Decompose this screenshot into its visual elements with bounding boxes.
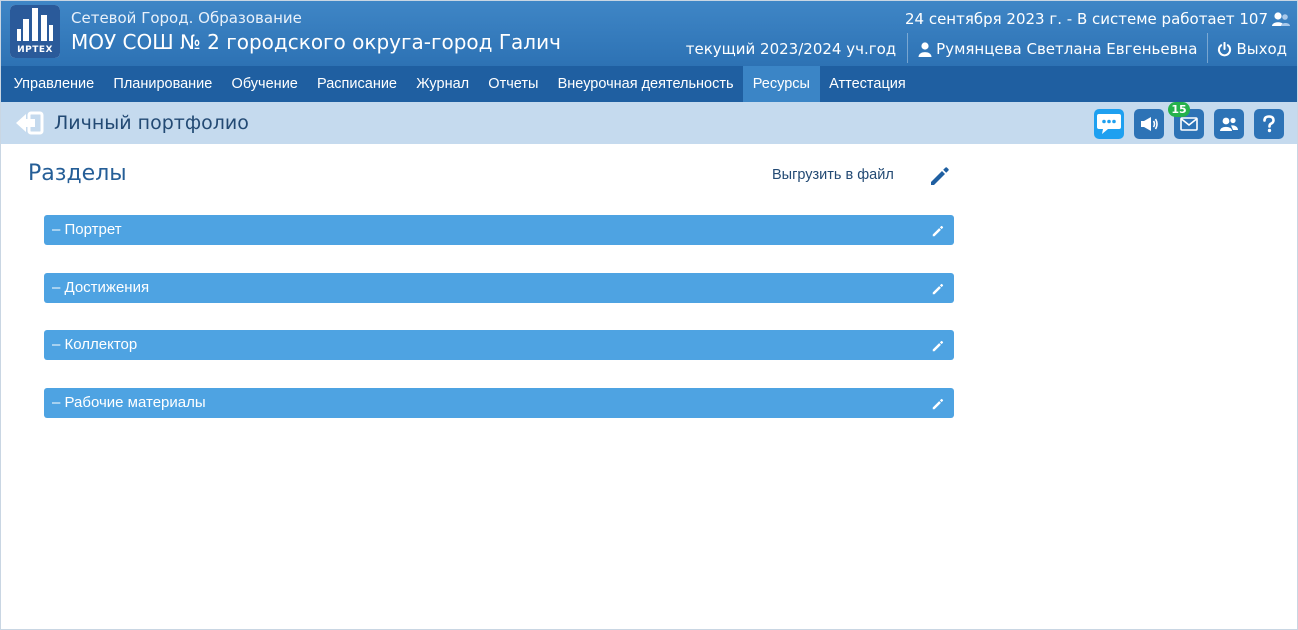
system-name: Сетевой Город. Образование [71,9,302,27]
header-user-row: текущий 2023/2024 уч.год Румянцева Светл… [686,33,1287,63]
page: ИРТЕХ Сетевой Город. Образование МОУ СОШ… [0,0,1298,630]
help-icon [1263,115,1275,133]
mail-icon [1180,117,1198,131]
pencil-icon[interactable] [931,281,945,300]
school-name: МОУ СОШ № 2 городского округа-город Гали… [71,30,561,54]
main-menu: Управление Планирование Обучение Расписа… [1,66,1297,102]
online-users-icon[interactable] [1271,11,1291,27]
menu-item-resources[interactable]: Ресурсы [743,66,820,102]
power-icon [1218,41,1232,56]
menu-item-attestation[interactable]: Аттестация [820,66,916,102]
menu-item-extracurricular[interactable]: Внеурочная деятельность [548,66,743,102]
pencil-icon[interactable] [931,338,945,357]
section-label: – Рабочие материалы [52,394,206,411]
section-label: – Портрет [52,221,122,238]
mail-count-badge: 15 [1168,102,1190,117]
date-status-text: 24 сентября 2023 г. - В системе работает… [904,10,1268,28]
section-portrait[interactable]: – Портрет [44,215,954,245]
user-name: Румянцева Светлана Евгеньевна [936,40,1198,58]
user-icon [918,41,932,57]
irtech-logo[interactable]: ИРТЕХ [10,5,60,58]
logo-text: ИРТЕХ [10,43,60,58]
academic-year[interactable]: текущий 2023/2024 уч.год [686,40,907,58]
menu-item-schedule[interactable]: Расписание [307,66,406,102]
export-to-file-link[interactable]: Выгрузить в файл [772,167,894,183]
pencil-icon[interactable] [931,396,945,415]
chat-button[interactable] [1094,109,1124,139]
menu-item-learning[interactable]: Обучение [222,66,308,102]
logout-label: Выход [1236,40,1287,58]
section-label: – Достижения [52,279,150,296]
page-title: Личный портфолио [54,112,249,134]
menu-item-journal[interactable]: Журнал [407,66,479,102]
mail-button[interactable]: 15 [1168,102,1204,139]
announcements-button[interactable] [1134,109,1164,139]
menu-item-planning[interactable]: Планирование [104,66,222,102]
menu-item-management[interactable]: Управление [4,66,104,102]
chat-icon [1097,114,1121,134]
title-bar: Личный портфолио 15 [1,102,1297,144]
section-achievements[interactable]: – Достижения [44,273,954,303]
app-header: ИРТЕХ Сетевой Город. Образование МОУ СОШ… [1,1,1297,66]
date-status: 24 сентября 2023 г. - В системе работает… [905,10,1291,28]
sections-heading: Разделы [28,161,127,186]
section-collector[interactable]: – Коллектор [44,330,954,360]
pencil-icon[interactable] [931,223,945,242]
user-profile-link[interactable]: Румянцева Светлана Евгеньевна [908,40,1207,58]
megaphone-icon [1141,117,1158,131]
users-button[interactable] [1214,109,1244,139]
section-work-materials[interactable]: – Рабочие материалы [44,388,954,418]
logout-button[interactable]: Выход [1208,40,1287,58]
menu-item-reports[interactable]: Отчеты [479,66,548,102]
help-button[interactable] [1254,109,1284,139]
back-arrow-icon[interactable] [14,110,44,140]
edit-sections-pencil-icon[interactable] [928,164,952,192]
logo-building-icon [10,5,60,43]
users-icon [1220,117,1238,131]
section-label: – Коллектор [52,336,138,353]
